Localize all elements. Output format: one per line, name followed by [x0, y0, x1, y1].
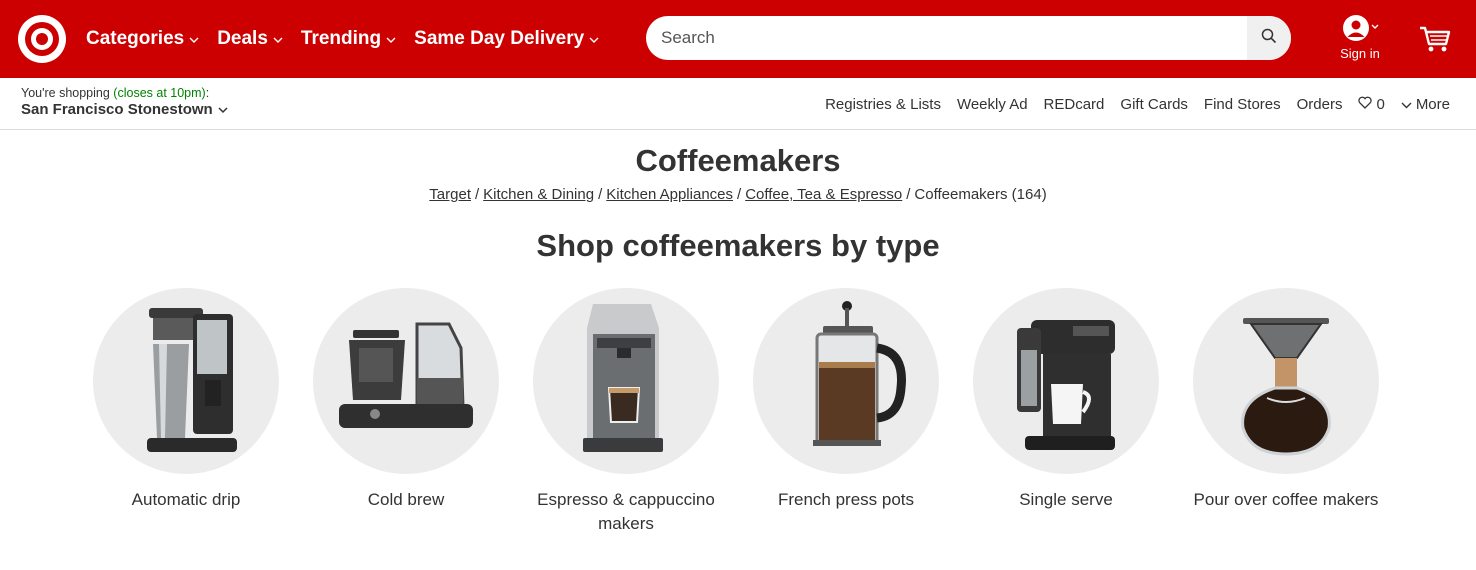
- store-prefix: You're shopping: [21, 86, 110, 100]
- link-orders[interactable]: Orders: [1297, 96, 1343, 113]
- link-find-stores[interactable]: Find Stores: [1204, 96, 1281, 113]
- breadcrumb-target[interactable]: Target: [429, 186, 471, 203]
- section-title: Shop coffeemakers by type: [536, 228, 940, 263]
- search-box: [646, 16, 1291, 60]
- store-suffix: :: [205, 86, 210, 100]
- link-weekly-ad[interactable]: Weekly Ad: [957, 96, 1028, 113]
- category-cold-brew[interactable]: Cold brew: [296, 288, 516, 512]
- category-label: Automatic drip: [131, 490, 241, 509]
- utility-links: Registries & Lists Weekly Ad REDcard Gif…: [809, 78, 1450, 130]
- search-button[interactable]: [1247, 16, 1291, 60]
- category-french-press[interactable]: French press pots: [736, 288, 956, 512]
- store-hours: (closes at 10pm): [113, 86, 206, 100]
- french-press-image: [753, 288, 939, 474]
- drip-coffeemaker-image: [93, 288, 279, 474]
- secondary-bar: You're shopping (closes at 10pm): San Fr…: [0, 78, 1476, 130]
- top-navigation-bar: Categories Deals Trending Same Day Deliv…: [0, 0, 1476, 78]
- chevron-down-icon: [273, 28, 283, 50]
- search-input[interactable]: [646, 16, 1246, 60]
- cold-brew-maker-image: [313, 288, 499, 474]
- sign-in-label: Sign in: [1340, 46, 1380, 61]
- chevron-down-icon: [589, 28, 599, 50]
- breadcrumb: Target / Kitchen & Dining / Kitchen Applianc…: [429, 186, 1047, 203]
- nav-categories[interactable]: Categories: [86, 28, 199, 50]
- sign-in-button[interactable]: Sign in: [1334, 14, 1386, 66]
- store-selector[interactable]: You're shopping (closes at 10pm): San Fr…: [21, 86, 228, 118]
- nav-categories-label: Categories: [86, 28, 185, 49]
- main-nav: Categories Deals Trending Same Day Deliv…: [86, 0, 617, 78]
- account-icon: [1338, 14, 1382, 45]
- breadcrumb-current: Coffeemakers (164): [914, 186, 1047, 203]
- breadcrumb-coffee-tea-espresso[interactable]: Coffee, Tea & Espresso: [745, 186, 902, 203]
- breadcrumb-kitchen-appliances[interactable]: Kitchen Appliances: [606, 186, 733, 203]
- chevron-down-icon: [189, 28, 199, 50]
- store-name: San Francisco Stonestown: [21, 101, 213, 118]
- chevron-down-icon: [386, 28, 396, 50]
- cart-icon[interactable]: [1418, 22, 1452, 56]
- search-icon: [1261, 28, 1277, 49]
- heart-icon: [1358, 96, 1376, 113]
- more-label: More: [1415, 95, 1450, 113]
- store-status: You're shopping (closes at 10pm):: [21, 86, 228, 100]
- category-label: French press pots: [777, 490, 915, 509]
- category-automatic-drip[interactable]: Automatic drip: [76, 288, 296, 512]
- pour-over-carafe-image: [1193, 288, 1379, 474]
- nav-trending-label: Trending: [300, 28, 382, 49]
- store-name-row: San Francisco Stonestown: [21, 101, 228, 118]
- category-label: Cold brew: [367, 490, 445, 509]
- page-title: Coffeemakers: [635, 143, 841, 178]
- link-redcard[interactable]: REDcard: [1044, 96, 1105, 113]
- nav-trending[interactable]: Trending: [301, 28, 396, 50]
- more-menu[interactable]: More: [1401, 96, 1450, 113]
- category-espresso[interactable]: Espresso & cappuccino makers: [516, 288, 736, 536]
- link-gift-cards[interactable]: Gift Cards: [1120, 96, 1188, 113]
- espresso-machine-image: [533, 288, 719, 474]
- nav-same-day-delivery[interactable]: Same Day Delivery: [414, 28, 599, 50]
- nav-same-day-delivery-label: Same Day Delivery: [414, 28, 585, 49]
- link-registries[interactable]: Registries & Lists: [825, 96, 941, 113]
- category-label: Single serve: [1019, 490, 1113, 509]
- category-single-serve[interactable]: Single serve: [956, 288, 1176, 512]
- category-pour-over[interactable]: Pour over coffee makers: [1176, 288, 1396, 512]
- chevron-down-icon: [1401, 96, 1416, 113]
- favorites-link[interactable]: 0: [1358, 95, 1385, 113]
- nav-deals[interactable]: Deals: [217, 28, 283, 50]
- breadcrumb-kitchen-dining[interactable]: Kitchen & Dining: [483, 186, 594, 203]
- category-label: Espresso & cappuccino makers: [537, 490, 715, 533]
- single-serve-brewer-image: [973, 288, 1159, 474]
- nav-deals-label: Deals: [217, 28, 268, 49]
- favorites-count: 0: [1376, 95, 1385, 113]
- chevron-down-icon: [218, 101, 228, 118]
- category-label: Pour over coffee makers: [1193, 490, 1379, 509]
- target-logo[interactable]: [18, 15, 66, 63]
